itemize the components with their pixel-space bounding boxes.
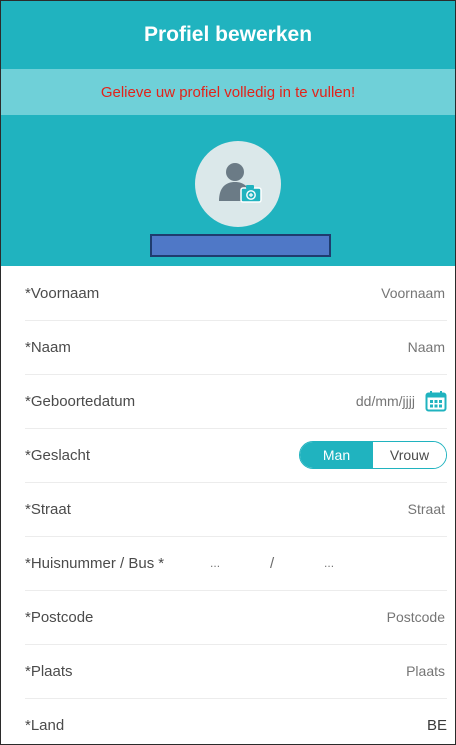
- gender-option-man[interactable]: Man: [300, 442, 373, 468]
- huisnummer-input[interactable]: [178, 555, 253, 571]
- postcode-input[interactable]: [263, 608, 447, 626]
- row-geboortedatum: *Geboortedatum: [25, 374, 447, 429]
- user-camera-icon: [219, 163, 262, 203]
- profile-edit-screen: Profiel bewerken Gelieve uw profiel voll…: [0, 0, 456, 745]
- house-number-inputs: /: [178, 554, 367, 572]
- geslacht-label: *Geslacht: [25, 446, 91, 464]
- avatar-upload-button[interactable]: [195, 141, 281, 227]
- geboortedatum-label: *Geboortedatum: [25, 392, 136, 410]
- row-geslacht: *Geslacht Man Vrouw: [25, 428, 447, 483]
- row-land[interactable]: *Land BE: [25, 698, 447, 744]
- geboortedatum-input[interactable]: [263, 392, 417, 410]
- huisnummer-required-mark: *: [158, 554, 165, 572]
- row-voornaam: *Voornaam: [25, 266, 447, 321]
- row-huisnummer: *Huisnummer / Bus * /: [25, 536, 447, 591]
- gender-option-vrouw[interactable]: Vrouw: [373, 442, 446, 468]
- bus-input[interactable]: [292, 555, 367, 571]
- row-straat: *Straat: [25, 482, 447, 537]
- plaats-input[interactable]: [263, 662, 447, 680]
- page-title: Profiel bewerken: [143, 23, 313, 46]
- row-postcode: *Postcode: [25, 590, 447, 645]
- naam-label: *Naam: [25, 338, 71, 356]
- postcode-label: *Postcode: [25, 608, 94, 626]
- profile-header: Profiel bewerken Gelieve uw profiel voll…: [1, 1, 455, 266]
- naam-input[interactable]: [263, 338, 447, 356]
- row-plaats: *Plaats: [25, 644, 447, 699]
- huisnummer-label: *Huisnummer / Bus: [25, 554, 155, 572]
- land-label: *Land: [25, 716, 65, 734]
- straat-input[interactable]: [263, 500, 447, 518]
- voornaam-label: *Voornaam: [25, 284, 100, 302]
- voornaam-input[interactable]: [263, 284, 447, 302]
- straat-label: *Straat: [25, 500, 71, 518]
- huisnummer-separator: /: [269, 554, 275, 572]
- land-value[interactable]: BE: [427, 717, 447, 734]
- complete-profile-notice: Gelieve uw profiel volledig in te vullen…: [1, 69, 455, 115]
- plaats-label: *Plaats: [25, 662, 73, 680]
- row-naam: *Naam: [25, 320, 447, 375]
- profile-name-field[interactable]: [150, 234, 331, 257]
- gender-toggle: Man Vrouw: [299, 441, 447, 469]
- calendar-icon[interactable]: [425, 390, 447, 412]
